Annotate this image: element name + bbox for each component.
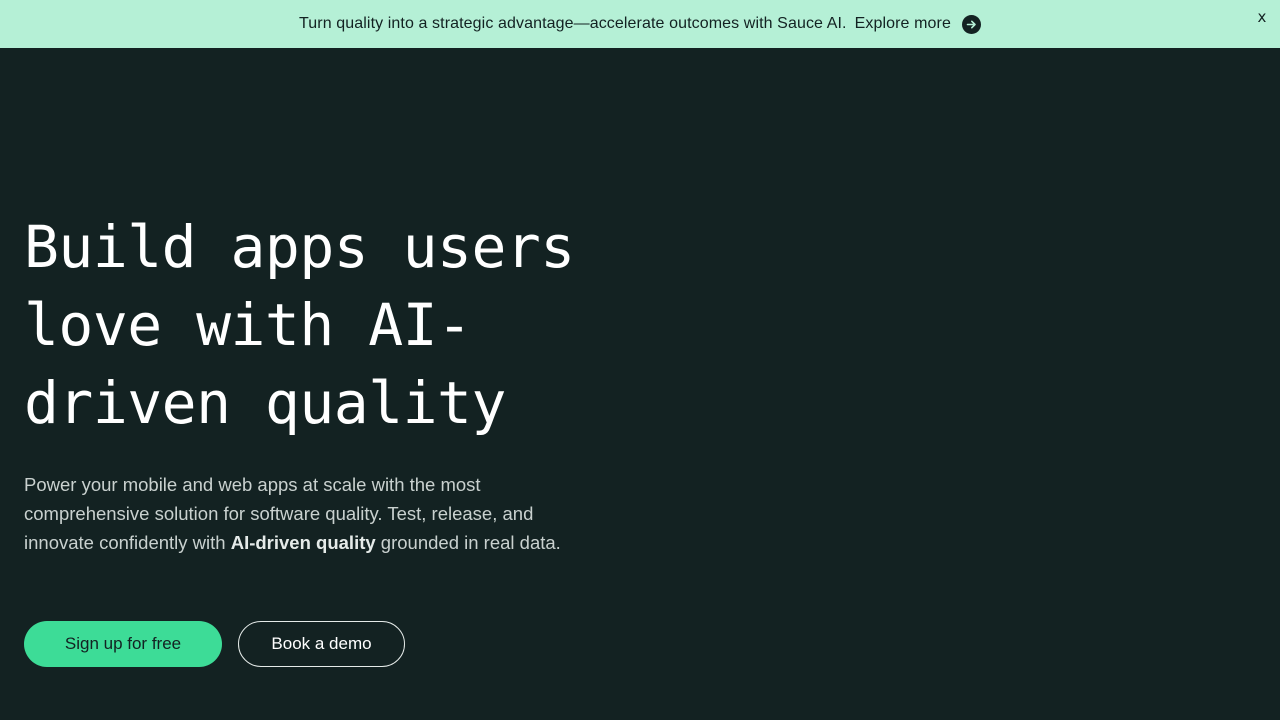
- arrow-right-circle-icon: [961, 14, 981, 34]
- sign-up-button[interactable]: Sign up for free: [24, 621, 222, 667]
- announcement-banner: Turn quality into a strategic advantage—…: [0, 0, 1280, 48]
- hero-title: Build apps users love with AI-driven qua…: [24, 213, 575, 437]
- hero-description-end: grounded in real data.: [375, 532, 561, 553]
- hero-description: Power your mobile and web apps at scale …: [24, 470, 569, 557]
- explore-more-link[interactable]: Explore more: [854, 14, 981, 34]
- explore-more-label: Explore more: [854, 15, 951, 32]
- hero-description-bold: AI-driven quality: [230, 532, 376, 553]
- hero-section: Build apps users love with AI-driven qua…: [24, 208, 604, 557]
- book-demo-button[interactable]: Book a demo: [238, 621, 405, 667]
- banner-text: Turn quality into a strategic advantage—…: [299, 15, 847, 32]
- close-banner-button[interactable]: x: [1255, 7, 1269, 27]
- cta-buttons: Sign up for free Book a demo: [24, 621, 405, 667]
